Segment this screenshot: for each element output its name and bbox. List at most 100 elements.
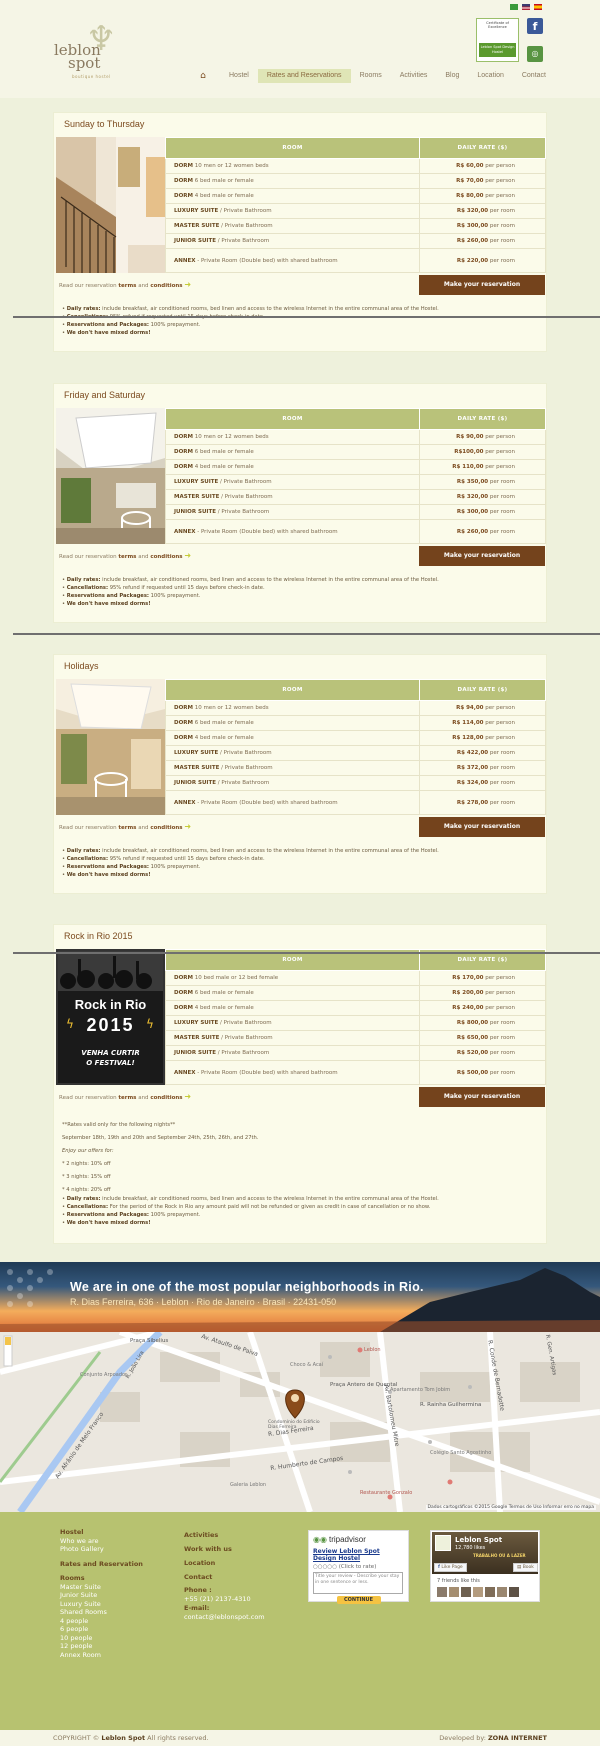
friend-avatar[interactable] bbox=[485, 1587, 495, 1597]
continue-button[interactable]: CONTINUE bbox=[336, 1596, 381, 1604]
room-cell: DORM 6 bed male or female bbox=[165, 985, 420, 1001]
rate-cell: R$ 200,00 per person bbox=[419, 985, 546, 1001]
terms-link[interactable]: terms bbox=[118, 825, 136, 831]
rating-bubbles[interactable]: ○○○○○ (Click to rate) bbox=[313, 1564, 404, 1570]
footer-link-4-people[interactable]: 4 people bbox=[60, 1617, 143, 1626]
room-description: / Private Bathroom bbox=[219, 494, 273, 500]
nav-rates-and-reservations[interactable]: Rates and Reservations bbox=[257, 69, 351, 83]
note-text: 100% prepayment. bbox=[148, 1212, 201, 1218]
nav-blog[interactable]: Blog bbox=[436, 69, 468, 83]
footer-link-junior-suite[interactable]: Junior Suite bbox=[60, 1591, 143, 1600]
copyright-post: All rights reserved. bbox=[145, 1734, 209, 1742]
section-divider bbox=[13, 633, 600, 635]
footer-link-10-people[interactable]: 10 people bbox=[60, 1634, 143, 1643]
footer-link-contact[interactable]: Contact bbox=[184, 1570, 265, 1584]
rate-price: R$ 324,00 bbox=[456, 780, 489, 786]
room-type: ANNEX bbox=[174, 1069, 196, 1076]
footer-link-6-people[interactable]: 6 people bbox=[60, 1625, 143, 1634]
terms-link[interactable]: terms bbox=[118, 1095, 136, 1101]
column-header-rate: DAILY RATE ($) bbox=[419, 408, 546, 430]
friend-avatar[interactable] bbox=[509, 1587, 519, 1597]
map-street-label: Praça Sibelius bbox=[130, 1338, 169, 1344]
facebook-icon[interactable]: f bbox=[527, 18, 543, 34]
footer-link-who-we-are[interactable]: Who we are bbox=[60, 1537, 143, 1546]
friend-avatar[interactable] bbox=[473, 1587, 483, 1597]
terms-link[interactable]: terms bbox=[118, 283, 136, 289]
footer-link-annex-room[interactable]: Annex Room bbox=[60, 1651, 143, 1660]
table-row: DORM 10 bed male or 12 bed female R$ 170,… bbox=[165, 970, 546, 986]
facebook-book-button[interactable]: ▤ Book bbox=[513, 1563, 538, 1572]
conditions-link[interactable]: conditions bbox=[150, 1095, 182, 1101]
make-reservation-button[interactable]: Make your reservation bbox=[419, 1087, 545, 1107]
rate-unit: per room bbox=[488, 765, 515, 771]
footer-link-shared-rooms[interactable]: Shared Rooms bbox=[60, 1608, 143, 1617]
footer-link-rooms[interactable]: Rooms bbox=[60, 1574, 143, 1583]
rate-price: R$ 70,00 bbox=[456, 178, 484, 184]
footer-link-rates[interactable]: Rates and Reservation bbox=[60, 1560, 143, 1569]
rate-unit: per person bbox=[483, 449, 515, 455]
rate-price: R$ 94,00 bbox=[456, 705, 484, 711]
terms-link-row: Read our reservation terms and condition… bbox=[59, 822, 191, 831]
room-type: DORM bbox=[174, 990, 193, 996]
brazil-flag-icon[interactable] bbox=[510, 4, 518, 10]
nav-rooms[interactable]: Rooms bbox=[351, 69, 391, 83]
friend-avatar[interactable] bbox=[449, 1587, 459, 1597]
usa-flag-icon[interactable] bbox=[522, 4, 530, 10]
note-label: Reservations and Packages: bbox=[66, 864, 149, 870]
nav-contact[interactable]: Contact bbox=[513, 69, 555, 83]
room-type: DORM bbox=[174, 163, 193, 169]
rate-cell: R$ 650,00 per room bbox=[419, 1030, 546, 1046]
certificate-title: Certificate of Excellence bbox=[486, 21, 509, 29]
tripadvisor-certificate[interactable]: Certificate of Excellence Leblon Spot De… bbox=[476, 18, 519, 62]
note-text: include breakfast, air conditioned rooms… bbox=[100, 577, 439, 583]
footer-link-work-with-us[interactable]: Work with us bbox=[184, 1542, 265, 1556]
email-link[interactable]: contact@leblonspot.com bbox=[184, 1613, 265, 1622]
conditions-link[interactable]: conditions bbox=[150, 283, 182, 289]
developer-link[interactable]: ZONA INTERNET bbox=[488, 1734, 547, 1742]
footer-link-hostel[interactable]: Hostel bbox=[60, 1528, 143, 1537]
rate-unit: per room bbox=[488, 479, 515, 485]
conditions-link[interactable]: conditions bbox=[150, 554, 182, 560]
copyright-bar: COPYRIGHT © Leblon Spot All rights reser… bbox=[0, 1730, 600, 1746]
make-reservation-button[interactable]: Make your reservation bbox=[419, 275, 545, 295]
friend-avatar[interactable] bbox=[437, 1587, 447, 1597]
and-text: and bbox=[138, 554, 149, 560]
footer-link-luxury-suite[interactable]: Luxury Suite bbox=[60, 1600, 143, 1609]
tripadvisor-owl-icon[interactable]: ◎ bbox=[527, 46, 543, 62]
footer-link-12-people[interactable]: 12 people bbox=[60, 1642, 143, 1651]
facebook-like-page-button[interactable]: f Like Page bbox=[434, 1563, 467, 1572]
review-title-input[interactable]: Title your review - Describe your stay i… bbox=[313, 1572, 403, 1594]
home-icon[interactable]: ⌂ bbox=[196, 69, 210, 83]
rate-price: R$ 320,00 bbox=[456, 494, 489, 500]
room-type: ANNEX bbox=[174, 257, 196, 264]
note-item: • Reservations and Packages: 100% prepay… bbox=[62, 1212, 201, 1218]
nav-activities[interactable]: Activities bbox=[391, 69, 437, 83]
note-text: include breakfast, air conditioned rooms… bbox=[100, 848, 439, 854]
footer-link-activities[interactable]: Activities bbox=[184, 1528, 265, 1542]
facebook-page-name[interactable]: Leblon Spot bbox=[455, 1536, 502, 1544]
nav-location[interactable]: Location bbox=[468, 69, 512, 83]
room-description: 10 men or 12 women beds bbox=[192, 434, 269, 440]
rate-price: R$ 128,00 bbox=[452, 735, 484, 741]
friend-avatar[interactable] bbox=[497, 1587, 507, 1597]
site-logo[interactable]: ♆ leblon spot boutique hostel bbox=[52, 22, 127, 82]
room-cell: LUXURY SUITE / Private Bathroom bbox=[165, 474, 420, 490]
friend-avatar[interactable] bbox=[461, 1587, 471, 1597]
room-type: LUXURY SUITE bbox=[174, 479, 219, 485]
room-type: MASTER SUITE bbox=[174, 765, 220, 771]
make-reservation-button[interactable]: Make your reservation bbox=[419, 546, 545, 566]
make-reservation-button[interactable]: Make your reservation bbox=[419, 817, 545, 837]
spain-flag-icon[interactable] bbox=[534, 4, 542, 10]
table-row: MASTER SUITE / Private Bathroom R$ 372,00… bbox=[165, 760, 546, 776]
tripadvisor-review-link[interactable]: Review Leblon Spot Design Hostel bbox=[313, 1548, 404, 1562]
column-header-room: ROOM bbox=[165, 408, 420, 430]
nav-hostel[interactable]: Hostel bbox=[220, 69, 258, 83]
room-type: MASTER SUITE bbox=[174, 1035, 220, 1041]
terms-link[interactable]: terms bbox=[118, 554, 136, 560]
footer-link-location[interactable]: Location bbox=[184, 1556, 265, 1570]
conditions-link[interactable]: conditions bbox=[150, 825, 182, 831]
location-map[interactable]: R. Dias Ferreira Av. Ataulfo de Paiva R.… bbox=[0, 1332, 600, 1512]
footer-link-photo-gallery[interactable]: Photo Gallery bbox=[60, 1545, 143, 1554]
footer-link-master-suite[interactable]: Master Suite bbox=[60, 1583, 143, 1592]
map-poi-label: Condomínio do Edifício Dias Ferreira bbox=[268, 1420, 320, 1430]
